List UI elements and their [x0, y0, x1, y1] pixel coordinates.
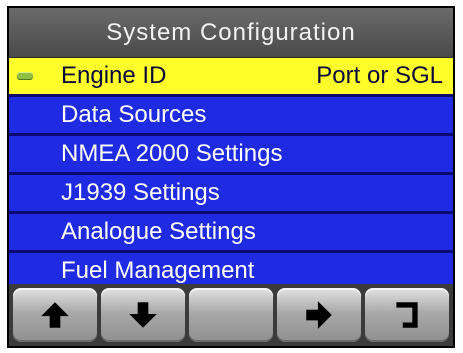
selection-marker-icon: [17, 72, 33, 80]
menu-item-data-sources[interactable]: Data Sources: [9, 97, 453, 133]
back-icon: [396, 302, 418, 328]
arrow-right-icon: [306, 301, 332, 329]
menu-item-label: Data Sources: [61, 101, 207, 128]
menu-item-label: NMEA 2000 Settings: [61, 140, 283, 167]
menu-item-label: J1939 Settings: [61, 179, 220, 206]
arrow-down-icon: [129, 302, 157, 328]
menu-item-nmea-2000-settings[interactable]: NMEA 2000 Settings: [9, 136, 453, 172]
down-softkey-button[interactable]: [101, 288, 185, 342]
right-softkey-button[interactable]: [277, 288, 361, 342]
menu-list: Engine ID Port or SGL Data Sources NMEA …: [9, 58, 453, 284]
menu-item-analogue-settings[interactable]: Analogue Settings: [9, 214, 453, 250]
back-softkey-button[interactable]: [365, 288, 449, 342]
softkey-bar: [9, 284, 453, 346]
menu-item-label: Fuel Management: [61, 257, 255, 284]
menu-item-value: Port or SGL: [316, 62, 443, 89]
menu-item-fuel-management[interactable]: Fuel Management: [9, 253, 453, 284]
arrow-up-icon: [41, 302, 69, 328]
menu-item-label: Engine ID: [61, 62, 167, 89]
up-softkey-button[interactable]: [13, 288, 97, 342]
menu-item-label: Analogue Settings: [61, 218, 256, 245]
page-title: System Configuration: [106, 18, 356, 46]
menu-item-engine-id[interactable]: Engine ID Port or SGL: [9, 58, 453, 94]
title-bar: System Configuration: [9, 8, 453, 58]
blank-softkey-button[interactable]: [189, 288, 273, 342]
display-screen: System Configuration Engine ID Port or S…: [7, 6, 455, 348]
menu-item-j1939-settings[interactable]: J1939 Settings: [9, 175, 453, 211]
